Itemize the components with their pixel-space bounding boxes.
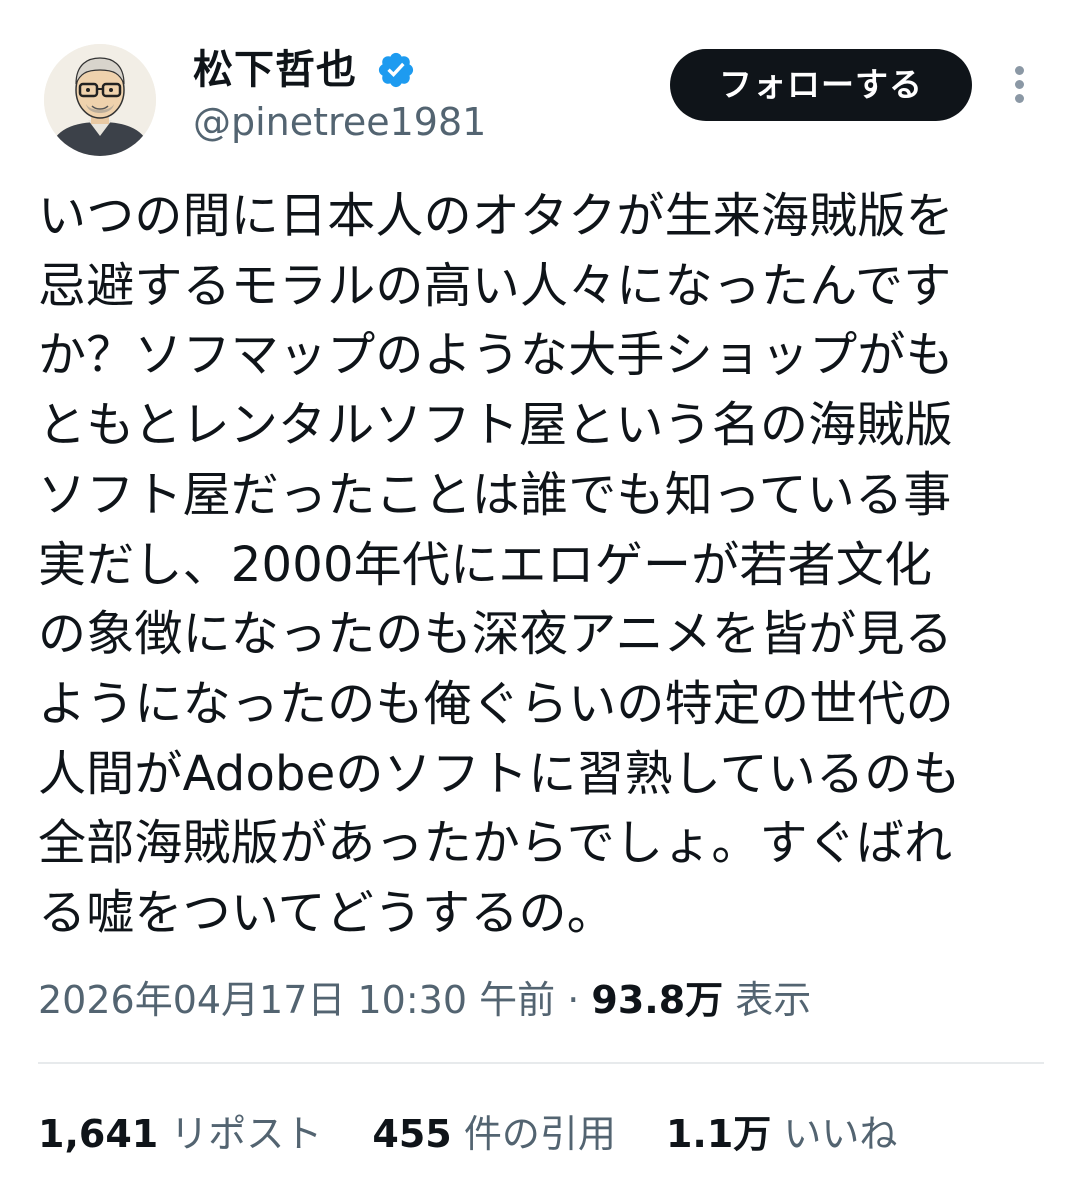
views-count: 93.8万 [591,978,724,1022]
more-dot [1015,66,1024,75]
more-options-icon[interactable] [1000,62,1040,108]
reposts-count: 1,641 [38,1112,159,1156]
tweet-line: 実だし、2000年代にエロゲーが若者文化 [38,536,933,593]
likes-link[interactable]: 1.1万 いいね [666,1112,897,1156]
verified-badge-icon [378,52,414,88]
views-label: 表示 [735,978,812,1022]
tweet-line: 全部海賊版があったからでしょ。すぐばれ [38,815,953,872]
tweet-line: 忌避するモラルの高い人々になったんです [38,257,952,314]
likes-label: いいね [783,1112,898,1156]
tweet-line: か？ソフマップのような大手ショップがも [38,327,954,384]
tweet-line: ソフト屋だったことは誰でも知っている事 [38,466,952,523]
more-dot [1015,94,1024,103]
follow-button[interactable]: フォローする [670,49,972,121]
reposts-link[interactable]: 1,641 リポスト [38,1112,334,1156]
quotes-link[interactable]: 455 件の引用 [372,1112,628,1156]
likes-count: 1.1万 [665,1112,772,1156]
tweet-line: いつの間に日本人のオタクが生来海賊版を [38,188,954,244]
tweet-line: ようになったのも俺ぐらいの特定の世代の [38,675,954,732]
more-dot [1015,80,1024,89]
avatar-illustration [44,44,156,156]
quotes-label: 件の引用 [463,1112,616,1156]
display-name[interactable]: 松下哲也 [193,44,357,96]
quotes-count: 455 [372,1112,452,1156]
timestamp-link[interactable]: 2026年04月17日 10:30 午前 [38,978,555,1022]
divider [38,1062,1044,1064]
tweet-meta: 2026年04月17日 10:30 午前 · 93.8万 表示 [38,970,811,1030]
tweet-line: の象徴になったのも深夜アニメを皆が見る [38,606,953,663]
tweet-line: る嘘をついてどうするの。 [38,885,615,942]
reposts-label: リポスト [170,1112,323,1156]
engagement-stats: 1,641 リポスト 455 件の引用 1.1万 いいね [38,1104,935,1164]
tweet-text: いつの間に日本人のオタクが生来海賊版を 忌避するモラルの高い人々になったんです … [38,182,1038,949]
user-handle[interactable]: @pinetree1981 [193,98,486,146]
avatar[interactable] [44,44,156,156]
tweet-line: ともとレンタルソフト屋という名の海賊版 [38,397,953,454]
tweet-line: 人間がAdobeのソフトに習熟しているのも [38,745,961,802]
meta-separator: · [567,978,580,1022]
